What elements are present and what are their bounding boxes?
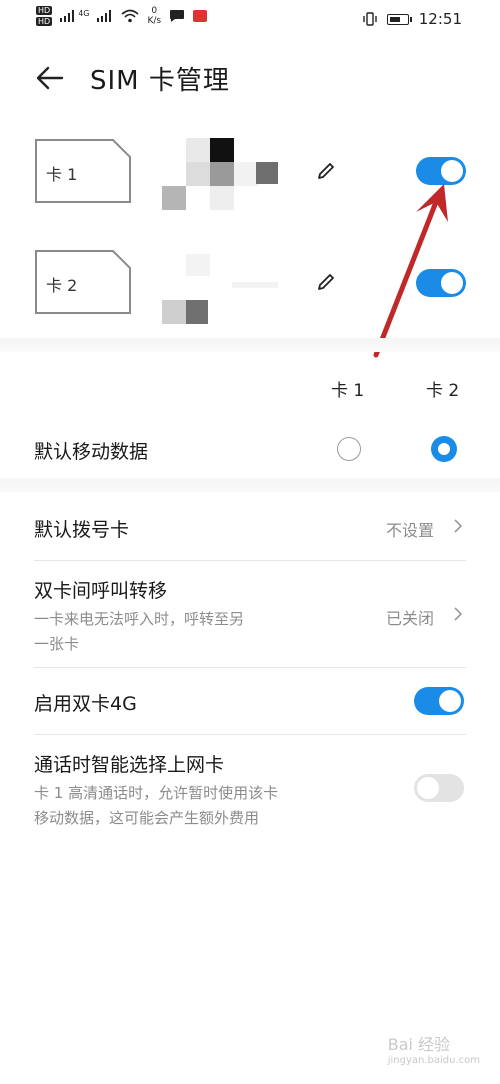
default-dial-label: 默认拨号卡 [34,519,130,541]
watermark-url: jingyan.baidu.com [387,1055,480,1066]
default-data-radio-card2[interactable] [431,436,457,462]
sim-card-2-label: 卡 2 [46,276,78,295]
battery-icon [386,13,412,25]
lte-label: 4G [78,8,90,18]
row-separator [34,667,466,668]
clock: 12:51 [418,10,462,28]
status-left: HD HD 4G 0 K/s [36,6,208,26]
signal-icon-sim1 [60,10,76,22]
row-separator [34,734,466,735]
vibrate-icon [363,12,377,26]
smart-data-desc-line1: 卡 1 高清通话时，允许暂时使用该卡 [34,784,279,802]
hd-badge-2: HD [36,17,53,26]
hd-badges: HD HD [36,6,53,26]
call-forward-label: 双卡间呼叫转移 [34,580,168,602]
status-right: 12:51 [363,10,462,28]
dual-4g-toggle[interactable] [414,687,464,715]
page-title: SIM 卡管理 [90,66,230,96]
smart-data-toggle[interactable] [414,774,464,802]
wifi-icon [121,9,140,23]
chevron-right-icon [454,519,463,533]
annotation-arrow-icon [373,184,448,358]
smart-data-label: 通话时智能选择上网卡 [34,754,225,776]
call-forward-value: 已关闭 [386,609,435,628]
message-icon [170,10,185,22]
baidu-watermark: Bai 经验 jingyan.baidu.com [388,1031,480,1066]
smart-data-desc-line2: 移动数据，这可能会产生额外费用 [34,809,260,827]
edit-icon-sim2[interactable] [316,272,336,292]
default-data-label: 默认移动数据 [34,441,149,463]
edit-icon-sim1[interactable] [316,161,336,181]
column-header-card1: 卡 1 [331,381,365,401]
section-divider-2 [0,478,500,492]
chevron-right-icon [454,607,463,621]
hd-badge-1: HD [36,6,53,15]
call-forward-desc-line2: 一张卡 [34,635,80,653]
section-divider-1 [0,338,500,352]
call-forward-desc-line1: 一卡来电无法呼入时，呼转至另 [34,610,245,628]
huawei-app-icon [193,10,208,22]
dual-4g-label: 启用双卡4G [34,693,137,715]
net-speed-value: 0 [151,6,158,16]
sim-card-1-info-redacted [162,136,282,212]
signal-icon-sim2 [97,10,113,22]
back-arrow-icon[interactable] [36,66,64,90]
net-speed: 0 K/s [147,6,161,26]
default-data-radio-card1[interactable] [337,437,361,461]
net-speed-unit: K/s [147,16,162,26]
watermark-brand: Bai 经验 [387,1035,451,1054]
column-header-card2: 卡 2 [426,381,460,401]
default-dial-value: 不设置 [386,521,435,540]
status-bar: HD HD 4G 0 K/s 12:51 [0,0,500,40]
row-separator [34,560,466,561]
sim-card-2-info-redacted [162,254,282,326]
sim-card-1-label: 卡 1 [46,165,78,184]
